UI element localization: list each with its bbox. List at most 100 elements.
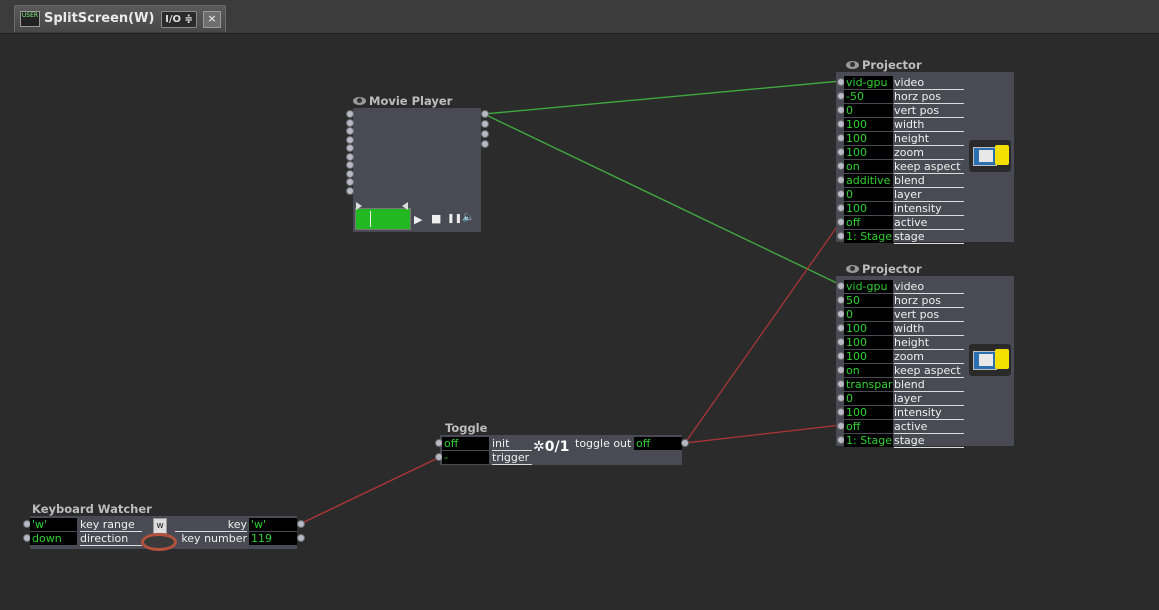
property-value[interactable]: 50: [844, 294, 893, 307]
property-value[interactable]: off: [844, 216, 893, 229]
tab-splitscreen[interactable]: USER SplitScreen(W) I/O ≑ ×: [14, 5, 226, 32]
property-label: active: [894, 420, 964, 434]
toggle-actor[interactable]: Toggle off init - trigger ✲0/1 toggle ou…: [434, 419, 689, 469]
property-value[interactable]: vid-gpu: [844, 76, 893, 89]
eye-icon[interactable]: [353, 97, 366, 105]
key-number-output-port[interactable]: [297, 534, 305, 542]
direction-value[interactable]: down: [30, 532, 77, 545]
input-port[interactable]: [346, 152, 354, 161]
keyboard-watcher-title: Keyboard Watcher: [32, 502, 152, 516]
output-port[interactable]: [481, 120, 489, 128]
property-value[interactable]: transparent: [844, 378, 893, 391]
property-value[interactable]: 100: [844, 132, 893, 145]
output-port[interactable]: [481, 110, 489, 118]
property-value[interactable]: 0: [844, 392, 893, 405]
property-value[interactable]: off: [844, 420, 893, 433]
property-value[interactable]: 100: [844, 202, 893, 215]
property-label: zoom: [894, 350, 964, 364]
projector-icon: [969, 344, 1011, 376]
toggle-out-port[interactable]: [681, 439, 689, 447]
init-value[interactable]: off: [442, 437, 489, 450]
property-value[interactable]: 100: [844, 146, 893, 159]
playhead[interactable]: [370, 211, 371, 227]
property-label: width: [894, 322, 964, 336]
property-label: blend: [894, 174, 964, 188]
property-label: video: [894, 76, 964, 90]
property-label: keep aspect: [894, 160, 964, 174]
keyboard-watcher-actor[interactable]: Keyboard Watcher 'w' key range down dire…: [20, 500, 310, 552]
property-value[interactable]: 100: [844, 118, 893, 131]
input-port[interactable]: [346, 178, 354, 186]
input-port[interactable]: [346, 127, 354, 135]
input-port[interactable]: [346, 135, 354, 144]
loop-start-marker[interactable]: [356, 202, 362, 210]
key-output-port[interactable]: [297, 520, 305, 528]
movie-player-title: Movie Player: [353, 94, 452, 108]
key-value[interactable]: 'w': [249, 518, 297, 531]
projector-icon: [969, 140, 1011, 172]
play-button[interactable]: ▶: [414, 213, 422, 226]
property-label: stage: [894, 230, 964, 244]
property-label: horz pos: [894, 90, 964, 104]
projector-title: Projector: [846, 262, 922, 276]
property-value[interactable]: on: [844, 160, 893, 173]
io-button[interactable]: I/O ≑: [161, 11, 197, 28]
stop-button[interactable]: ■: [431, 212, 441, 225]
property-label: intensity: [894, 406, 964, 420]
projector-title-text: Projector: [862, 262, 922, 276]
property-value[interactable]: 1: Stage: [844, 434, 893, 447]
key-number-value[interactable]: 119: [249, 532, 297, 545]
trigger-value[interactable]: -: [442, 451, 489, 464]
eye-icon[interactable]: [846, 265, 859, 273]
projector-actor-2[interactable]: Projector vid-gpu video 50 horz pos 0 vert po…: [836, 260, 1016, 450]
input-port[interactable]: [346, 110, 354, 118]
pause-button[interactable]: ❚❚: [447, 214, 462, 224]
toggle-out-value[interactable]: off: [634, 437, 682, 450]
input-port[interactable]: [346, 144, 354, 152]
output-port[interactable]: [481, 130, 489, 138]
property-value[interactable]: on: [844, 364, 893, 377]
property-value[interactable]: 100: [844, 322, 893, 335]
property-value[interactable]: 100: [844, 350, 893, 363]
patch-canvas[interactable]: Movie Player ▶ ■ ❚❚ 🔈 Projector vid-gpu v…: [0, 34, 1159, 610]
trigger-label: trigger: [492, 451, 532, 465]
loop-end-marker[interactable]: [402, 202, 408, 210]
input-port[interactable]: [346, 186, 354, 195]
playback-progress-bar[interactable]: [355, 208, 411, 230]
property-label: video: [894, 280, 964, 294]
output-port[interactable]: [481, 140, 489, 148]
property-label: keep aspect: [894, 364, 964, 378]
property-label: horz pos: [894, 294, 964, 308]
key-number-label: key number: [181, 532, 247, 545]
scene-icon: USER: [20, 11, 40, 27]
property-value[interactable]: vid-gpu: [844, 280, 893, 293]
property-value[interactable]: 0: [844, 104, 893, 117]
eye-icon[interactable]: [846, 61, 859, 69]
movie-player-title-text: Movie Player: [369, 94, 453, 108]
volume-icon[interactable]: 🔈: [462, 212, 474, 223]
tab-title: SplitScreen(W): [44, 11, 155, 26]
movie-player-actor[interactable]: Movie Player ▶ ■ ❚❚ 🔈: [345, 91, 490, 236]
property-label: height: [894, 132, 964, 146]
projector-actor-1[interactable]: Projector vid-gpu video -50 horz pos 0 vert p…: [836, 56, 1016, 246]
property-value[interactable]: 100: [844, 406, 893, 419]
property-value[interactable]: additive: [844, 174, 893, 187]
property-value[interactable]: 0: [844, 188, 893, 201]
property-value[interactable]: 1: Stage: [844, 230, 893, 243]
property-label: blend: [894, 378, 964, 392]
property-value[interactable]: 100: [844, 336, 893, 349]
key-range-value[interactable]: 'w': [30, 518, 77, 531]
wire-toggle-to-projector2: [684, 424, 842, 444]
property-value[interactable]: 0: [844, 308, 893, 321]
input-port[interactable]: [346, 118, 354, 127]
property-label: layer: [894, 188, 964, 202]
key-icon: w: [153, 518, 167, 534]
property-label: width: [894, 118, 964, 132]
property-value[interactable]: -50: [844, 90, 893, 103]
input-port[interactable]: [346, 161, 354, 169]
property-label: active: [894, 216, 964, 230]
close-tab-button[interactable]: ×: [203, 11, 221, 28]
input-port[interactable]: [346, 169, 354, 178]
projector-title: Projector: [846, 58, 922, 72]
direction-label: direction: [80, 532, 142, 546]
